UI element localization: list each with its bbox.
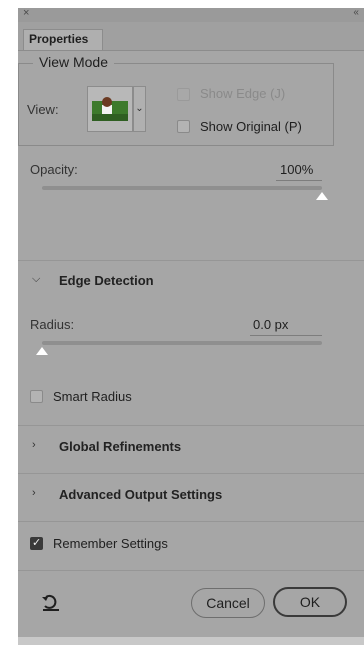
section-divider (18, 521, 364, 522)
section-divider (18, 260, 364, 261)
show-edge-checkbox[interactable] (177, 88, 190, 101)
radius-slider-track[interactable] (42, 341, 322, 345)
smart-radius-label: Smart Radius (53, 389, 132, 404)
global-refinements-header[interactable]: Global Refinements (59, 439, 181, 454)
chevron-down-icon[interactable]: ⌵ (32, 273, 40, 286)
ok-button[interactable]: OK (273, 587, 347, 617)
panel-titlebar: × ‹‹ (18, 7, 364, 22)
smart-radius-checkbox[interactable] (30, 390, 43, 403)
panel-footer-strip (18, 637, 364, 645)
edge-detection-header[interactable]: Edge Detection (59, 273, 154, 288)
radius-slider-thumb[interactable] (36, 347, 48, 355)
view-preview-image (92, 97, 128, 121)
remember-settings-label: Remember Settings (53, 536, 168, 551)
view-label: View: (27, 102, 59, 117)
view-mode-dropdown[interactable]: ⌄ (133, 86, 146, 132)
tab-bar: Properties (18, 22, 364, 51)
opacity-value-underline (276, 180, 322, 181)
show-original-label: Show Original (P) (200, 119, 302, 134)
chevron-right-icon[interactable]: › (32, 439, 36, 451)
cancel-button[interactable]: Cancel (191, 588, 265, 618)
chevron-right-icon[interactable]: › (32, 487, 36, 499)
view-thumbnail[interactable] (87, 86, 133, 132)
radius-value-underline (250, 335, 322, 336)
opacity-value[interactable]: 100% (280, 162, 313, 177)
reset-icon[interactable] (40, 593, 62, 618)
checkmark-icon: ✓ (32, 537, 42, 549)
opacity-slider-track[interactable] (42, 186, 322, 190)
view-mode-legend: View Mode (33, 54, 115, 70)
show-edge-label: Show Edge (J) (200, 86, 286, 101)
remember-settings-checkbox[interactable]: ✓ (30, 537, 43, 550)
opacity-label: Opacity: (30, 162, 78, 177)
double-chevron-left-icon[interactable]: ‹‹ (353, 7, 359, 18)
close-icon[interactable]: × (23, 7, 29, 19)
tab-properties[interactable]: Properties (23, 29, 103, 50)
section-divider (18, 473, 364, 474)
section-divider (18, 425, 364, 426)
opacity-slider-thumb[interactable] (316, 192, 328, 200)
advanced-output-settings-header[interactable]: Advanced Output Settings (59, 487, 222, 502)
radius-label: Radius: (30, 317, 75, 332)
radius-value[interactable]: 0.0 px (253, 317, 288, 332)
chevron-down-icon: ⌄ (135, 103, 144, 114)
show-original-checkbox[interactable] (177, 120, 190, 133)
